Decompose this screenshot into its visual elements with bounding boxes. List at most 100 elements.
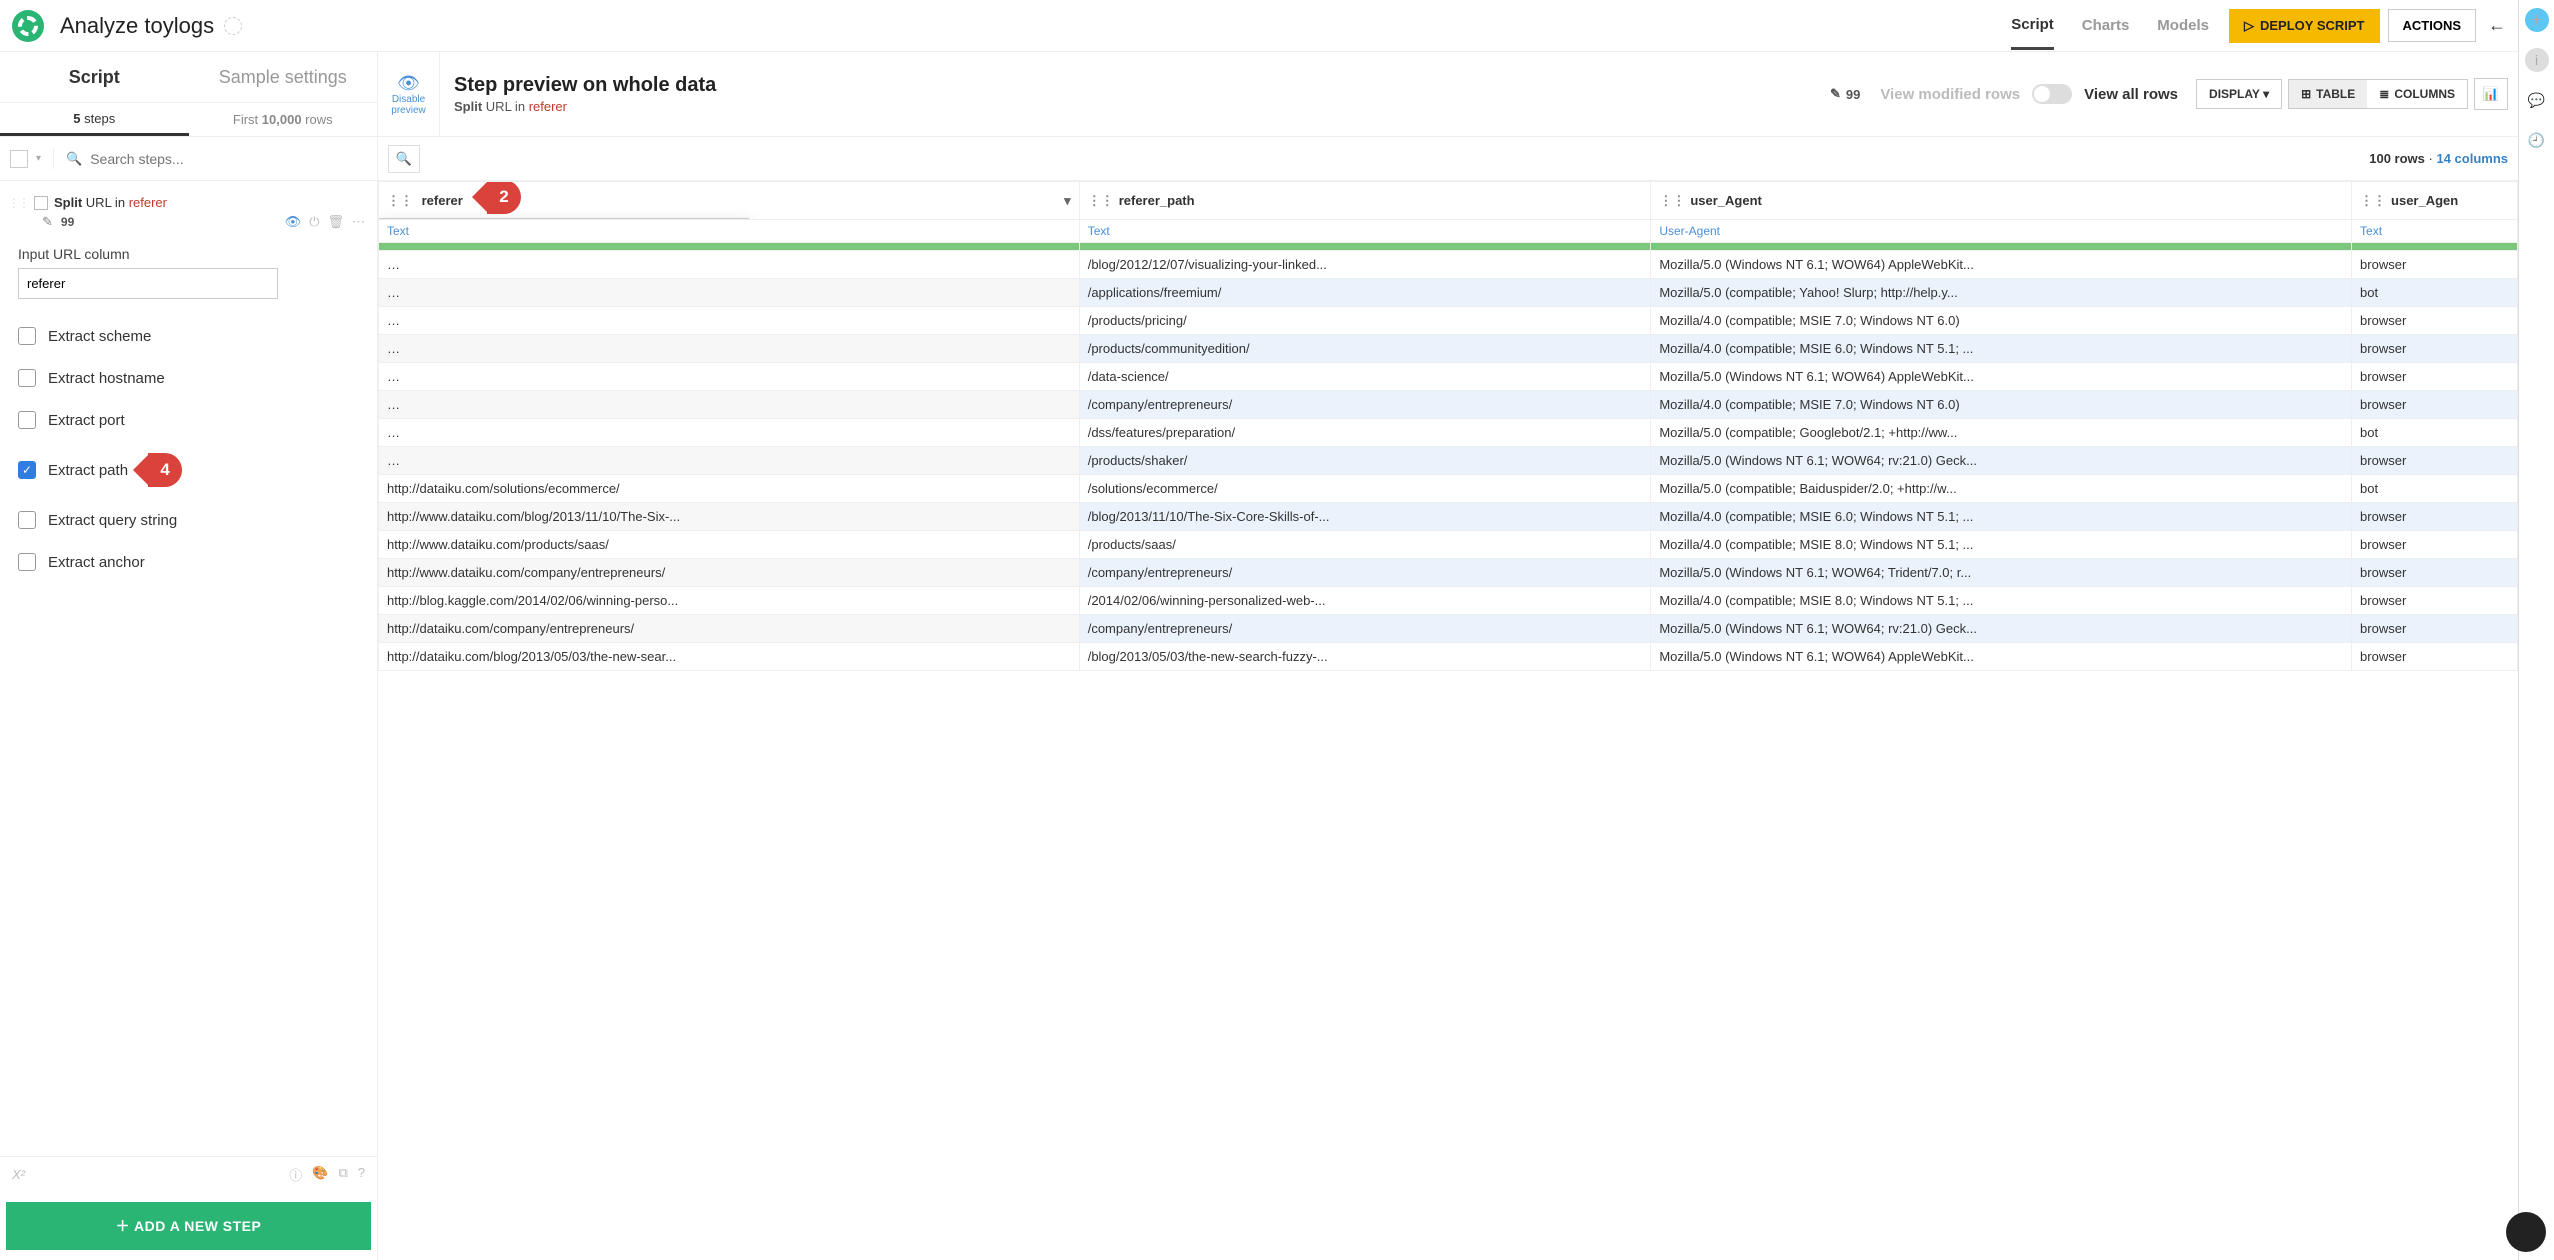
checkbox-checked-icon[interactable]: ✓ [18, 461, 36, 479]
cell-path[interactable]: /applications/freemium/ [1079, 279, 1651, 307]
col-type-referer[interactable]: Text [379, 220, 1080, 243]
cell-referer[interactable]: … [379, 419, 1080, 447]
extract-query-row[interactable]: Extract query string [18, 499, 359, 541]
cell-ua-type[interactable]: browser [2352, 391, 2518, 419]
table-row[interactable]: …/products/pricing/Mozilla/4.0 (compatib… [379, 307, 2518, 335]
display-button[interactable]: DISPLAY ▾ [2196, 79, 2282, 109]
checkbox-icon[interactable] [18, 327, 36, 345]
cell-path[interactable]: /company/entrepreneurs/ [1079, 391, 1651, 419]
cell-referer[interactable]: http://www.dataiku.com/products/saas/ [379, 531, 1080, 559]
menu-delete[interactable]: 🗑Delete [380, 219, 748, 220]
trash-icon[interactable]: 🗑 [327, 214, 344, 230]
table-row[interactable]: http://www.dataiku.com/company/entrepren… [379, 559, 2518, 587]
cell-path[interactable]: /products/saas/ [1079, 531, 1651, 559]
cell-user-agent[interactable]: Mozilla/4.0 (compatible; MSIE 8.0; Windo… [1651, 587, 2352, 615]
table-row[interactable]: …/applications/freemium/Mozilla/5.0 (com… [379, 279, 2518, 307]
cell-referer[interactable]: … [379, 251, 1080, 279]
cell-user-agent[interactable]: Mozilla/4.0 (compatible; MSIE 6.0; Windo… [1651, 335, 2352, 363]
drag-handle-icon[interactable]: ⋮⋮ [8, 196, 28, 210]
cell-referer[interactable]: … [379, 447, 1080, 475]
checkbox-icon[interactable] [18, 553, 36, 571]
checkbox-icon[interactable] [18, 511, 36, 529]
cell-user-agent[interactable]: Mozilla/4.0 (compatible; MSIE 7.0; Windo… [1651, 391, 2352, 419]
cell-path[interactable]: /data-science/ [1079, 363, 1651, 391]
cell-path[interactable]: /solutions/ecommerce/ [1079, 475, 1651, 503]
table-row[interactable]: …/products/communityedition/Mozilla/4.0 … [379, 335, 2518, 363]
cell-user-agent[interactable]: Mozilla/5.0 (Windows NT 6.1; WOW64; rv:2… [1651, 447, 2352, 475]
cell-referer[interactable]: … [379, 307, 1080, 335]
tab-models[interactable]: Models [2157, 3, 2209, 48]
select-all-checkbox[interactable] [10, 150, 28, 168]
cell-user-agent[interactable]: Mozilla/5.0 (compatible; Googlebot/2.1; … [1651, 419, 2352, 447]
rail-history-icon[interactable]: 🕘 [2525, 128, 2549, 152]
columns-view-button[interactable]: ≣COLUMNS [2367, 80, 2467, 108]
extract-scheme-row[interactable]: Extract scheme [18, 315, 359, 357]
app-logo[interactable] [12, 10, 44, 42]
table-row[interactable]: …/company/entrepreneurs/Mozilla/4.0 (com… [379, 391, 2518, 419]
extract-anchor-row[interactable]: Extract anchor [18, 541, 359, 583]
table-row[interactable]: http://dataiku.com/blog/2013/05/03/the-n… [379, 643, 2518, 671]
cell-referer[interactable]: http://www.dataiku.com/company/entrepren… [379, 559, 1080, 587]
cell-user-agent[interactable]: Mozilla/5.0 (Windows NT 6.1; WOW64) Appl… [1651, 363, 2352, 391]
table-row[interactable]: http://dataiku.com/solutions/ecommerce//… [379, 475, 2518, 503]
table-row[interactable]: http://www.dataiku.com/products/saas//pr… [379, 531, 2518, 559]
cell-ua-type[interactable]: browser [2352, 307, 2518, 335]
sidebar-rows-count[interactable]: First 10,000 rows [189, 102, 378, 136]
cell-referer[interactable]: … [379, 391, 1080, 419]
tab-charts[interactable]: Charts [2082, 3, 2130, 48]
cell-ua-type[interactable]: browser [2352, 559, 2518, 587]
cell-user-agent[interactable]: Mozilla/5.0 (Windows NT 6.1; WOW64) Appl… [1651, 643, 2352, 671]
column-header-referer[interactable]: ⋮⋮ referer 2 ▾ 🗑Delete ✎Rename ≡Move 📊An… [379, 182, 1080, 220]
checkbox-icon[interactable] [18, 411, 36, 429]
actions-button[interactable]: ACTIONS [2388, 9, 2477, 42]
back-arrow-icon[interactable]: ← [2488, 15, 2506, 36]
cell-path[interactable]: /blog/2013/11/10/The-Six-Core-Skills-of-… [1079, 503, 1651, 531]
rail-chat-icon[interactable]: 💬 [2525, 88, 2549, 112]
sidebar-steps-count[interactable]: 5 steps [0, 102, 189, 136]
disable-preview-toggle[interactable]: 👁 Disable preview [378, 52, 440, 136]
col-type-ua2[interactable]: Text [2352, 220, 2518, 243]
search-steps-input[interactable] [90, 151, 367, 167]
tab-script[interactable]: Script [2011, 2, 2054, 50]
view-toggle-switch[interactable] [2032, 84, 2072, 104]
palette-icon[interactable]: 🎨 [312, 1165, 328, 1184]
cell-user-agent[interactable]: Mozilla/4.0 (compatible; MSIE 8.0; Windo… [1651, 531, 2352, 559]
table-row[interactable]: …/data-science/Mozilla/5.0 (Windows NT 6… [379, 363, 2518, 391]
power-icon[interactable]: ⏻ [309, 214, 319, 230]
table-view-button[interactable]: ⊞TABLE [2289, 80, 2367, 108]
cell-ua-type[interactable]: browser [2352, 587, 2518, 615]
extract-port-row[interactable]: Extract port [18, 399, 359, 441]
col-type-ua[interactable]: User-Agent [1651, 220, 2352, 243]
sidebar-tab-script[interactable]: Script [0, 52, 189, 102]
cell-ua-type[interactable]: browser [2352, 447, 2518, 475]
cell-user-agent[interactable]: Mozilla/5.0 (compatible; Yahoo! Slurp; h… [1651, 279, 2352, 307]
cell-user-agent[interactable]: Mozilla/5.0 (Windows NT 6.1; WOW64) Appl… [1651, 251, 2352, 279]
cell-user-agent[interactable]: Mozilla/4.0 (compatible; MSIE 7.0; Windo… [1651, 307, 2352, 335]
cell-ua-type[interactable]: browser [2352, 335, 2518, 363]
step-checkbox[interactable] [34, 196, 48, 210]
chat-fab[interactable] [2506, 1212, 2546, 1252]
column-header-referer-path[interactable]: ⋮⋮referer_path [1079, 182, 1651, 220]
table-row[interactable]: http://dataiku.com/company/entrepreneurs… [379, 615, 2518, 643]
cell-user-agent[interactable]: Mozilla/5.0 (Windows NT 6.1; WOW64; Trid… [1651, 559, 2352, 587]
data-search-button[interactable]: 🔍 [388, 145, 420, 173]
cell-ua-type[interactable]: browser [2352, 251, 2518, 279]
table-row[interactable]: …/blog/2012/12/07/visualizing-your-linke… [379, 251, 2518, 279]
deploy-script-button[interactable]: ▷ DEPLOY SCRIPT [2229, 9, 2380, 43]
table-row[interactable]: http://www.dataiku.com/blog/2013/11/10/T… [379, 503, 2518, 531]
chevron-down-icon[interactable]: ▾ [1064, 193, 1071, 209]
eye-icon[interactable]: 👁 [285, 214, 302, 230]
input-url-column-field[interactable] [18, 268, 278, 299]
copy-icon[interactable]: ⧉ [338, 1165, 347, 1184]
cell-ua-type[interactable]: browser [2352, 615, 2518, 643]
formula-icon[interactable]: X² [12, 1167, 25, 1182]
table-row[interactable]: http://blog.kaggle.com/2014/02/06/winnin… [379, 587, 2518, 615]
column-header-user-agent[interactable]: ⋮⋮user_Agent [1651, 182, 2352, 220]
cell-ua-type[interactable]: browser [2352, 643, 2518, 671]
cell-path[interactable]: /company/entrepreneurs/ [1079, 615, 1651, 643]
cell-ua-type[interactable]: browser [2352, 503, 2518, 531]
cell-referer[interactable]: … [379, 335, 1080, 363]
cell-referer[interactable]: http://www.dataiku.com/blog/2013/11/10/T… [379, 503, 1080, 531]
more-icon[interactable]: ⋯ [352, 214, 365, 230]
cell-referer[interactable]: http://dataiku.com/blog/2013/05/03/the-n… [379, 643, 1080, 671]
